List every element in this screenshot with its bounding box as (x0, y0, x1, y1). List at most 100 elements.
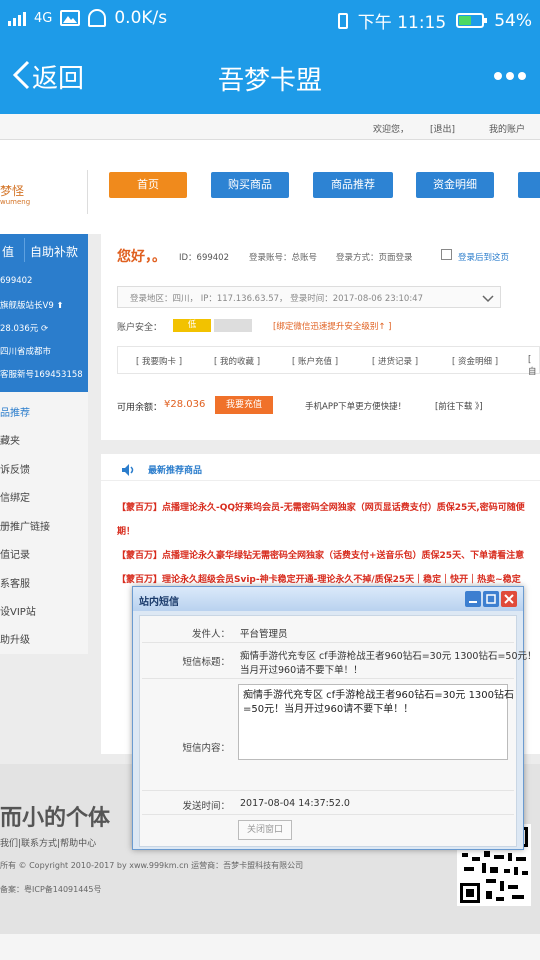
chevron-down-icon (482, 290, 494, 309)
close-icon[interactable] (501, 591, 517, 607)
sidebar-item-favorites[interactable]: 藏夹 (0, 432, 20, 447)
footer-copyright: 所有 © Copyright 2010-2017 by xww.999km.cn… (0, 861, 304, 870)
sender-value: 平台管理员 (240, 629, 288, 640)
subject-line-2: 当月开过960请不要下单！！ (240, 665, 363, 676)
sidebar-item-recommend[interactable]: 品推荐 (0, 404, 30, 419)
top-links-bar: 欢迎您， [退出] 我的账户 (0, 114, 540, 140)
recommend-divider (101, 480, 540, 481)
sidebar-item-service[interactable]: 系客服 (0, 575, 30, 590)
recommend-title: 最新推荐商品 (148, 466, 203, 476)
sidebar-item-wechat[interactable]: 信绑定 (0, 489, 30, 504)
message-dialog: 站内短信 发件人： 平台管理员 短信标题： 痴情手游代充专区 cf手游枪战王者9… (132, 586, 537, 850)
nav-home-button[interactable]: 首页 (109, 172, 187, 198)
vibrate-icon (337, 12, 348, 29)
dialog-body: 发件人： 平台管理员 短信标题： 痴情手游代充专区 cf手游枪战王者960钻石=… (139, 615, 537, 847)
promo-item[interactable]: 期！ (117, 524, 135, 537)
promo-item[interactable]: 【蒙百万】点播理论永久豪华绿钻无需密码全网独家（话费支付+送音乐包）质保25天、… (117, 548, 524, 561)
time-value: 2017-08-04 14:37:52.0 (240, 798, 350, 809)
nav-buy-button[interactable]: 购买商品 (211, 172, 289, 198)
content-line-1: 痴情手游代充专区 cf手游枪战王者960钻石=30元 1300钻石 (243, 690, 515, 701)
sidebar-tab-recharge[interactable]: 值 (2, 243, 14, 260)
content-line-2: =50元！当月开过960请不要下单！！ (243, 704, 414, 715)
battery-percent: 54% (494, 10, 532, 31)
speaker-icon (121, 462, 135, 481)
signal-icon (8, 10, 26, 26)
dialog-titlebar[interactable]: 站内短信 (133, 587, 523, 611)
logo-mark: wumeng (0, 198, 31, 206)
promo-item[interactable]: 【蒙百万】点播理论永久-QQ好莱坞会员-无需密码全网独家（网页显话费支付）质保2… (117, 500, 525, 513)
sidebar-item-recharge-log[interactable]: 值记录 (0, 546, 30, 561)
row-divider (142, 678, 514, 679)
quick-links-bar: [ 我要购卡 ] [ 我的收藏 ] [ 账户充值 ] [ 进货记录 ] [ 资金… (117, 346, 540, 377)
balance-value: ¥28.036 (164, 399, 206, 410)
maximize-icon[interactable] (483, 591, 499, 607)
account-id: ID：699402 (179, 253, 229, 263)
footer-links[interactable]: 我们|联系方式|帮助中心 (0, 836, 96, 849)
user-level: 旗舰版站长V9 ⬆ (0, 301, 64, 311)
more-menu-icon[interactable] (494, 72, 526, 80)
site-logo[interactable]: 梦怪 (0, 182, 24, 199)
my-account-link[interactable]: 我的账户 (489, 122, 525, 135)
quick-link-recharge[interactable]: [ 账户充值 ] (292, 355, 338, 367)
footer-strip (0, 934, 540, 960)
header-divider (87, 170, 88, 214)
refresh-icon: ⟳ (40, 324, 49, 334)
security-level-bar-empty (214, 319, 252, 332)
row-divider (142, 642, 514, 643)
footer-icp: 备案：粤ICP备14091445号 (0, 885, 102, 894)
status-bar: 4G 0.0K/s 下午 11:15 54% (0, 0, 540, 38)
nav-recommend-button[interactable]: 商品推荐 (313, 172, 393, 198)
app-tip: 手机APP下单更方便快捷！ (305, 402, 407, 412)
service-qq: 客服新号169453158 (0, 370, 83, 380)
sidebar-header: 值 自助补款 (0, 234, 88, 266)
user-balance: 28.036元 ⟳ (0, 324, 49, 334)
login-info-box[interactable]: 登录地区：四川， IP：117.136.63.57， 登录时间：2017-08-… (117, 286, 501, 308)
logout-link[interactable]: [退出] (430, 122, 455, 135)
content-label: 短信内容： (182, 743, 230, 754)
page-title: 吾梦卡盟 (217, 66, 322, 96)
promo-item[interactable]: 【蒙百万】理论永久超级会员Svip-神卡稳定开通-理论永久不掉/质保25天｜稳定… (117, 572, 521, 585)
login-info: 登录地区：四川， IP：117.136.63.57， 登录时间：2017-08-… (130, 294, 423, 304)
dialog-title: 站内短信 (139, 597, 179, 608)
content-textarea[interactable]: 痴情手游代充专区 cf手游枪战王者960钻石=30元 1300钻石 =50元！当… (238, 684, 515, 760)
sidebar-user-info: 699402 旗舰版站长V9 ⬆ 28.036元 ⟳ 四川省成都市 客服新号16… (0, 266, 88, 392)
quick-link-funds[interactable]: [ 资金明细 ] (452, 355, 498, 367)
nav-more-button[interactable] (518, 172, 540, 198)
security-label: 账户安全： (117, 323, 163, 333)
gallery-icon (60, 10, 81, 26)
footer-slogan: 而小的个体 (0, 806, 111, 831)
recharge-button[interactable]: 我要充值 (215, 396, 273, 414)
sidebar-item-promo-link[interactable]: 册推广链接 (0, 518, 50, 533)
minimize-icon[interactable] (465, 591, 481, 607)
site-header: 梦怪 wumeng 首页 购买商品 商品推荐 资金明细 (0, 140, 540, 234)
arrow-up-icon: ⬆ (56, 301, 64, 311)
quick-link-orders[interactable]: [ 进货记录 ] (372, 355, 418, 367)
sidebar-item-upgrade[interactable]: 助升级 (0, 631, 30, 646)
account-panel: 您好，。 ID：699402 登录账号：总账号 登录方式：页面登录 登录后到这页… (101, 234, 540, 440)
sidebar-item-feedback[interactable]: 诉反馈 (0, 461, 30, 476)
login-back-checkbox[interactable] (441, 249, 452, 260)
download-link[interactable]: [前往下载 》] (435, 400, 483, 412)
quick-link-buy[interactable]: [ 我要购卡 ] (136, 355, 182, 367)
quick-link-favorites[interactable]: [ 我的收藏 ] (214, 355, 260, 367)
subject-label: 短信标题： (182, 657, 230, 668)
row-divider (142, 790, 514, 791)
welcome-text: 欢迎您， (373, 125, 410, 135)
login-method: 登录方式：页面登录 (336, 253, 413, 263)
time-label: 发送时间： (182, 801, 230, 812)
login-back-label[interactable]: 登录后到这页 (458, 251, 509, 263)
security-level-badge: 低 (173, 319, 211, 332)
sidebar-item-vip[interactable]: 设VIP站 (0, 603, 36, 618)
row-divider (142, 814, 514, 815)
headset-icon (88, 9, 107, 27)
close-window-button[interactable]: 关闭窗口 (238, 820, 292, 840)
user-location: 四川省成都市 (0, 347, 52, 357)
quick-link-more[interactable]: [ 自 (528, 355, 539, 377)
nav-funds-button[interactable]: 资金明细 (416, 172, 494, 198)
user-id: 699402 (0, 276, 33, 286)
battery-icon (456, 13, 488, 28)
sidebar-tab-auto-refund[interactable]: 自助补款 (30, 243, 78, 260)
security-tip-link[interactable]: [绑定微信迅速提升安全级别↑ ] (273, 320, 391, 332)
subject-line-1: 痴情手游代充专区 cf手游枪战王者960钻石=30元 1300钻石=50元！ (240, 651, 537, 662)
greeting: 您好，。 (117, 249, 166, 265)
